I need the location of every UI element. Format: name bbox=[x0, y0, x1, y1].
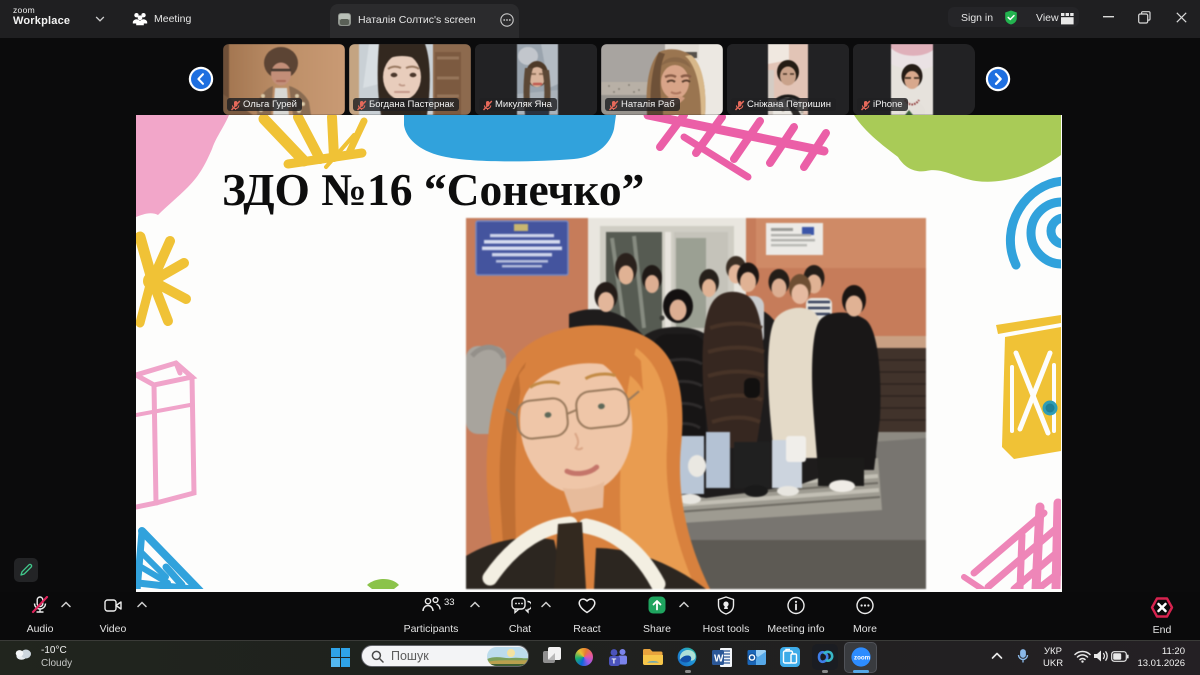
svg-text:W: W bbox=[714, 654, 724, 665]
svg-text:33: 33 bbox=[444, 597, 455, 608]
svg-text:zoom: zoom bbox=[854, 655, 871, 662]
svg-text:T: T bbox=[612, 657, 617, 666]
